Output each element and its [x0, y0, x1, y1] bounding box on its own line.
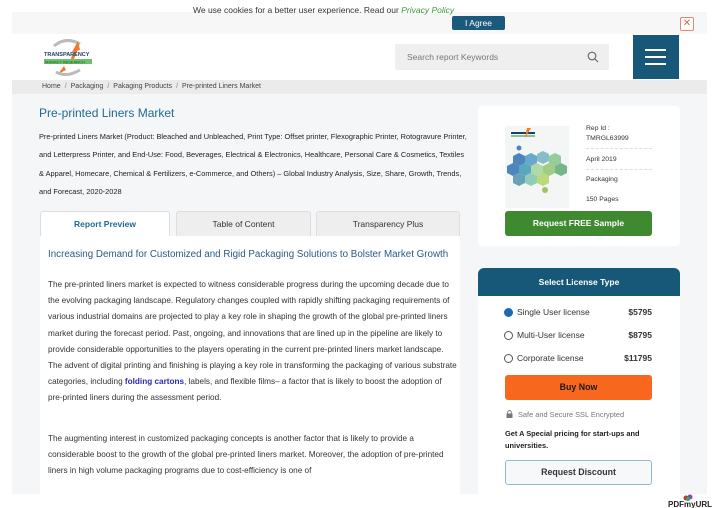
license-price: $8795: [628, 330, 652, 340]
close-cookie-button[interactable]: ✕: [680, 17, 694, 31]
request-discount-button[interactable]: Request Discount: [505, 460, 652, 485]
ssl-text: Safe and Secure SSL Encrypted: [518, 410, 625, 419]
tab-transparency-plus[interactable]: Transparency Plus: [316, 211, 460, 236]
breadcrumb-separator: /: [64, 83, 67, 90]
breadcrumb-separator: /: [107, 83, 110, 90]
ssl-notice: Safe and Secure SSL Encrypted: [506, 410, 624, 419]
breadcrumb-packaging[interactable]: Packaging: [71, 83, 104, 90]
radio-selected[interactable]: [504, 308, 513, 317]
cookie-message: We use cookies for a better user experie…: [193, 5, 454, 15]
breadcrumb-current: Pre-printed Liners Market: [182, 83, 261, 90]
request-sample-button[interactable]: Request FREE Sample: [505, 211, 652, 236]
license-label: Multi-User license: [517, 330, 585, 340]
page-count: 150 Pages: [586, 196, 619, 203]
license-option-corporate[interactable]: Corporate license $11795: [504, 352, 652, 366]
divider: [586, 169, 652, 170]
publish-date: April 2019: [586, 156, 617, 163]
special-pricing-text: Get A Special pricing for start-ups and …: [505, 429, 640, 450]
license-header: Select License Type: [478, 268, 680, 296]
license-label: Single User license: [517, 307, 590, 317]
paragraph-1: The pre-printed liners market is expecte…: [48, 277, 458, 407]
buy-now-button[interactable]: Buy Now: [505, 375, 652, 400]
hamburger-line: [645, 56, 666, 58]
agree-button[interactable]: I Agree: [452, 16, 505, 30]
paragraph-2: The augmenting interest in customized pa…: [48, 434, 444, 476]
search-input[interactable]: [407, 44, 577, 70]
search-box: [395, 44, 609, 70]
license-option-multi[interactable]: Multi-User license $8795: [504, 329, 652, 343]
radio-unselected[interactable]: [504, 331, 513, 340]
hexagon-cover-icon: [505, 126, 569, 208]
logo[interactable]: TRANSPARENCY MARKET RESEARCH: [42, 38, 96, 78]
breadcrumb-home[interactable]: Home: [42, 83, 61, 90]
logo-text-1: TRANSPARENCY: [44, 52, 90, 58]
tab-table-of-content[interactable]: Table of Content: [176, 211, 311, 236]
license-option-single[interactable]: Single User license $5795: [504, 306, 652, 320]
menu-button[interactable]: [633, 35, 679, 79]
section-heading: Increasing Demand for Customized and Rig…: [48, 249, 449, 260]
license-price: $11795: [624, 353, 652, 363]
hamburger-menu-icon: [645, 49, 666, 51]
paragraph-text: The pre-printed liners market is expecte…: [48, 280, 457, 387]
search-icon[interactable]: [587, 51, 599, 63]
page-title: Pre-printed Liners Market: [39, 106, 175, 120]
hamburger-line: [645, 63, 666, 65]
report-category: Packaging: [586, 176, 618, 183]
divider: [586, 148, 652, 149]
cookie-text: We use cookies for a better user experie…: [193, 5, 402, 15]
breadcrumb-separator: /: [176, 83, 179, 90]
rep-id-label: Rep Id :: [586, 125, 610, 132]
radio-unselected[interactable]: [504, 354, 513, 363]
privacy-policy-link[interactable]: Privacy Policy: [401, 5, 454, 15]
breadcrumb: Home / Packaging / Pakaging Products / Pre-pri…: [42, 83, 261, 90]
breadcrumb-packaging-products[interactable]: Pakaging Products: [113, 83, 172, 90]
logo-icon: TRANSPARENCY MARKET RESEARCH: [44, 39, 92, 77]
folding-cartons-link[interactable]: folding cartons: [125, 377, 184, 386]
lock-icon: [506, 410, 513, 418]
license-price: $5795: [628, 307, 652, 317]
license-label: Corporate license: [517, 353, 584, 363]
report-cover-image: [505, 126, 569, 208]
pdfmyurl-watermark[interactable]: PDFmyURL: [668, 500, 712, 508]
logo-text-2: MARKET RESEARCH: [45, 59, 85, 64]
close-icon: ✕: [682, 18, 692, 29]
tab-report-preview[interactable]: Report Preview: [40, 211, 170, 238]
cookie-bar: [12, 12, 707, 34]
rep-id-value: TMRGL63999: [586, 135, 629, 142]
report-full-title: Pre-printed Liners Market (Product: Blea…: [39, 132, 467, 196]
